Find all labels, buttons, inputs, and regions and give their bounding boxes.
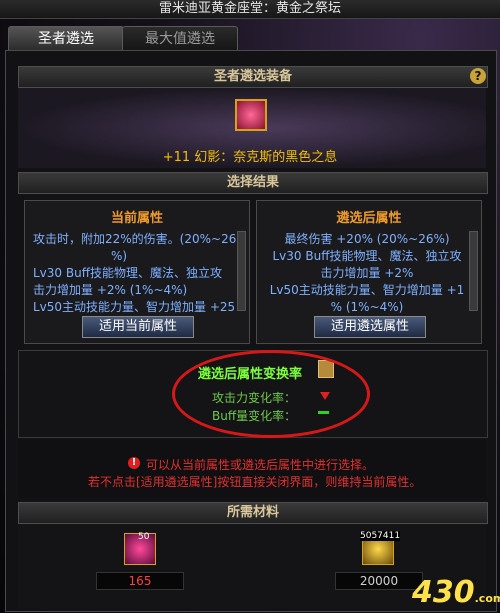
material-badge: 50 xyxy=(138,532,150,542)
current-attribute-text: 攻击时，附加22%的伤害。(20%~26 %) Lv30 Buff技能物理、魔法… xyxy=(33,231,236,316)
attribute-line: 攻击时，附加22%的伤害。(20%~26 xyxy=(33,232,237,246)
selected-attribute-text: 最终伤害 +20% (20%~26%) Lv30 Buff技能物理、魔法、独立攻… xyxy=(267,231,467,316)
window-title: 雷米迪亚黄金座堂：黄金之祭坛 xyxy=(0,0,500,19)
gold-count: 20000 xyxy=(335,572,423,590)
attribute-line: %) xyxy=(111,249,128,263)
equip-section-header: 圣者遴选装备 xyxy=(18,66,488,88)
apply-selected-button[interactable]: 适用遴选属性 xyxy=(314,316,426,338)
attribute-line: Lv50主动技能力量、智力增加量 +25 xyxy=(33,300,236,314)
highlight-ellipse xyxy=(172,350,370,438)
tab-saint-selection[interactable]: 圣者遴选 xyxy=(8,26,124,51)
selected-attribute-box: 遴选后属性 最终伤害 +20% (20%~26%) Lv30 Buff技能物理、… xyxy=(256,200,482,344)
current-attribute-title: 当前属性 xyxy=(110,211,163,226)
notice-line-1: 可以从当前属性或遴选后属性中进行选择。 xyxy=(146,458,375,472)
result-section-header: 选择结果 xyxy=(18,172,488,194)
current-attribute-scrollbar[interactable] xyxy=(237,231,246,311)
current-attribute-box: 当前属性 攻击时，附加22%的伤害。(20%~26 %) Lv30 Buff技能… xyxy=(24,200,250,344)
notice-line-2: 若不点击[适用遴选属性]按钮直接关闭界面，则维持当前属性。 xyxy=(88,475,422,489)
material-count: 165 xyxy=(96,572,184,590)
attribute-line: % (1%~4%) xyxy=(330,300,404,314)
attribute-line: 击力增加量 +2% xyxy=(320,266,414,280)
help-icon[interactable]: ? xyxy=(470,68,486,84)
attribute-line: 击力增加量 +2% (1%~4%) xyxy=(33,283,188,297)
selected-attribute-scrollbar[interactable] xyxy=(469,231,478,311)
attribute-line: Lv30 Buff技能物理、魔法、独立攻 xyxy=(33,266,222,280)
materials-header: 所需材料 xyxy=(18,502,488,524)
warning-icon: ! xyxy=(128,457,140,469)
item-icon[interactable] xyxy=(235,99,267,131)
watermark-logo: 430.com xyxy=(412,575,500,610)
attribute-line: 最终伤害 +20% (20%~26%) xyxy=(284,232,450,246)
attribute-line: Lv30 Buff技能物理、魔法、独立攻 xyxy=(272,249,462,263)
attribute-line: Lv50主动技能力量、智力增加量 +1 xyxy=(269,283,465,297)
tab-max-selection[interactable]: 最大值遴选 xyxy=(122,26,238,51)
item-name: +11 幻影：奈克斯的黑色之息 xyxy=(162,150,338,165)
gold-balance-badge: 5057411 xyxy=(360,531,401,541)
apply-current-button[interactable]: 适用当前属性 xyxy=(82,316,194,338)
selected-attribute-title: 遴选后属性 xyxy=(336,211,402,226)
tab-bar: 圣者遴选 最大值遴选 xyxy=(0,20,500,51)
